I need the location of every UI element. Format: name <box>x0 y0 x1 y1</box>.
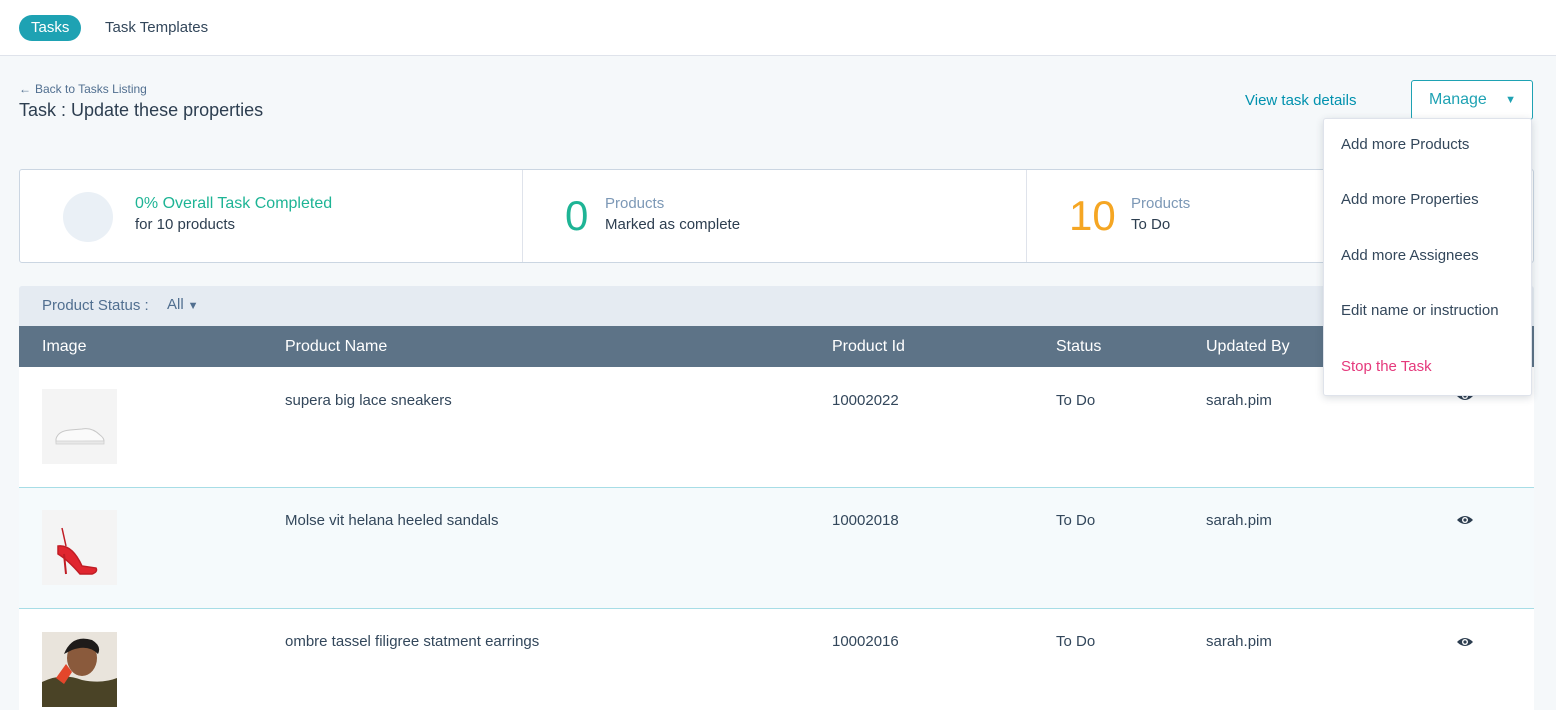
table-row[interactable]: ombre tassel filigree statment earrings … <box>19 609 1534 710</box>
updated-by: sarah.pim <box>1206 633 1272 650</box>
updated-by: sarah.pim <box>1206 392 1272 409</box>
menu-item-add-assignees[interactable]: Add more Assignees <box>1341 247 1479 264</box>
product-id: 10002018 <box>832 512 899 529</box>
back-link-label: Back to Tasks Listing <box>35 82 147 96</box>
column-header-updated-by: Updated By <box>1206 338 1290 355</box>
arrow-left-icon: ← <box>19 82 31 96</box>
completed-count: 0 <box>565 192 589 239</box>
menu-item-add-products[interactable]: Add more Products <box>1341 136 1469 153</box>
filter-value: All <box>167 296 184 313</box>
todo-label: Products <box>1131 195 1191 212</box>
table-header: Image Product Name Product Id Status Upd… <box>19 326 1534 367</box>
earrings-model-image <box>42 632 117 707</box>
column-header-product-id: Product Id <box>832 338 905 355</box>
updated-by: sarah.pim <box>1206 512 1272 529</box>
product-name: supera big lace sneakers <box>285 392 452 409</box>
top-nav: Tasks Task Templates <box>0 0 1556 56</box>
column-header-product-name: Product Name <box>285 338 388 355</box>
overall-progress-title: 0% Overall Task Completed <box>135 195 333 212</box>
product-status: To Do <box>1056 633 1096 650</box>
todo-sublabel: To Do <box>1131 216 1171 233</box>
manage-button-label: Manage <box>1429 91 1487 108</box>
caret-down-icon: ▼ <box>187 300 199 312</box>
column-header-image: Image <box>42 338 87 355</box>
tab-task-templates[interactable]: Task Templates <box>93 15 220 41</box>
filter-label: Product Status : <box>42 297 149 314</box>
sneaker-image <box>42 389 117 464</box>
back-to-tasks-link[interactable]: ← Back to Tasks Listing <box>19 82 147 96</box>
view-task-details-link[interactable]: View task details <box>1245 92 1356 109</box>
caret-down-icon: ▼ <box>1505 94 1516 106</box>
overall-progress-subtitle: for 10 products <box>135 216 236 233</box>
page-title: Task : Update these properties <box>19 100 264 120</box>
progress-ring <box>63 192 113 242</box>
menu-item-edit-name[interactable]: Edit name or instruction <box>1341 302 1499 319</box>
eye-icon[interactable] <box>1456 635 1474 651</box>
product-name: Molse vit helana heeled sandals <box>285 512 499 529</box>
sandal-image <box>42 510 117 585</box>
manage-dropdown-menu: Add more Products Add more Properties Ad… <box>1323 118 1532 396</box>
column-header-status: Status <box>1056 338 1102 355</box>
todo-count: 10 <box>1069 192 1116 239</box>
completed-sublabel: Marked as complete <box>605 216 741 233</box>
product-status: To Do <box>1056 392 1096 409</box>
product-status-filter-bar: Product Status : All ▼ <box>19 286 1534 326</box>
tab-tasks[interactable]: Tasks <box>19 15 82 41</box>
product-id: 10002016 <box>832 633 899 650</box>
menu-item-add-properties[interactable]: Add more Properties <box>1341 191 1479 208</box>
manage-button[interactable]: Manage ▼ <box>1411 80 1533 120</box>
menu-item-stop-task[interactable]: Stop the Task <box>1341 358 1432 375</box>
eye-icon[interactable] <box>1456 513 1474 529</box>
overall-progress-cell: 0% Overall Task Completed for 10 product… <box>20 170 523 262</box>
table-row[interactable]: Molse vit helana heeled sandals 10002018… <box>19 488 1534 609</box>
product-status-filter-select[interactable]: All ▼ <box>167 296 199 313</box>
task-stats-panel: 0% Overall Task Completed for 10 product… <box>19 169 1534 263</box>
product-id: 10002022 <box>832 392 899 409</box>
table-row[interactable]: supera big lace sneakers 10002022 To Do … <box>19 367 1534 488</box>
product-status: To Do <box>1056 512 1096 529</box>
product-name: ombre tassel filigree statment earrings <box>285 633 540 650</box>
completed-products-cell: 0 Products Marked as complete <box>523 170 1027 262</box>
completed-label: Products <box>605 195 665 212</box>
